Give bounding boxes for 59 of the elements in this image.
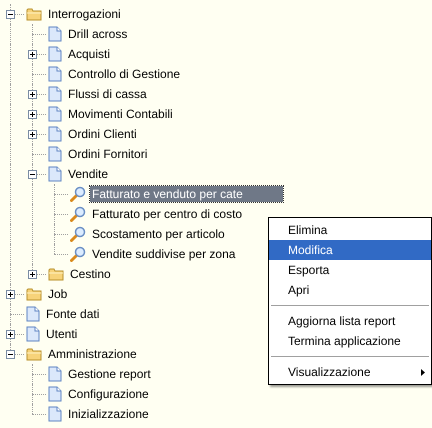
menu-item[interactable]: Esporta (269, 260, 431, 280)
document-icon (48, 366, 62, 382)
document-icon (26, 306, 40, 322)
tree-item[interactable]: Job (46, 286, 70, 302)
tree-item[interactable]: Controllo di Gestione (66, 66, 182, 82)
document-icon (48, 26, 62, 42)
menu-item[interactable]: Elimina (269, 220, 431, 240)
tree-item[interactable]: Fonte dati (44, 306, 102, 322)
expand-toggle[interactable] (28, 90, 37, 99)
tree-item[interactable]: Acquisti (66, 46, 112, 62)
tree-item[interactable]: Gestione report (66, 366, 153, 382)
menu-item[interactable]: Aggiorna lista report (269, 311, 431, 331)
tree-item[interactable]: Flussi di cassa (66, 86, 149, 102)
document-icon (48, 46, 62, 62)
tree-item[interactable]: Fatturato e venduto per cate (90, 186, 283, 202)
tree-item[interactable]: Interrogazioni (46, 6, 123, 22)
folder-icon (26, 287, 42, 301)
tree-item[interactable]: Inizializzazione (66, 406, 151, 422)
magnifier-icon (70, 186, 86, 202)
expand-toggle[interactable] (28, 50, 37, 59)
folder-icon (26, 7, 42, 21)
tree-item[interactable]: Configurazione (66, 386, 151, 402)
tree-item[interactable]: Utenti (44, 326, 80, 342)
document-icon (48, 406, 62, 422)
expand-toggle[interactable] (6, 290, 15, 299)
expand-toggle[interactable] (28, 130, 37, 139)
collapse-toggle[interactable] (28, 170, 37, 179)
collapse-toggle[interactable] (6, 10, 15, 19)
tree-item[interactable]: Amministrazione (46, 346, 139, 362)
folder-icon (26, 347, 42, 361)
tree-item[interactable]: Fatturato per centro di costo (90, 206, 244, 222)
menu-item[interactable]: Visualizzazione (269, 362, 431, 382)
document-icon (48, 166, 62, 182)
document-icon (48, 106, 62, 122)
document-icon (48, 126, 62, 142)
menu-item[interactable]: Apri (269, 280, 431, 300)
magnifier-icon (70, 226, 86, 242)
document-icon (48, 66, 62, 82)
magnifier-icon (70, 246, 86, 262)
document-icon (48, 86, 62, 102)
document-icon (26, 326, 40, 342)
document-icon (48, 146, 62, 162)
expand-toggle[interactable] (28, 110, 37, 119)
tree-item[interactable]: Movimenti Contabili (66, 106, 175, 122)
document-icon (48, 386, 62, 402)
expand-toggle[interactable] (6, 330, 15, 339)
tree-item[interactable]: Scostamento per articolo (90, 226, 227, 242)
tree-item[interactable]: Vendite suddivise per zona (90, 246, 238, 262)
tree-item[interactable]: Vendite (66, 166, 110, 182)
tree-item[interactable]: Ordini Fornitori (66, 146, 150, 162)
menu-item[interactable]: Termina applicazione (269, 331, 431, 351)
tree-item[interactable]: Ordini Clienti (66, 126, 139, 142)
menu-item[interactable]: Modifica (269, 240, 431, 260)
tree-item[interactable]: Drill across (66, 26, 130, 42)
magnifier-icon (70, 206, 86, 222)
folder-icon (48, 267, 64, 281)
expand-toggle[interactable] (28, 270, 37, 279)
collapse-toggle[interactable] (6, 350, 15, 359)
tree-item[interactable]: Cestino (68, 266, 113, 282)
